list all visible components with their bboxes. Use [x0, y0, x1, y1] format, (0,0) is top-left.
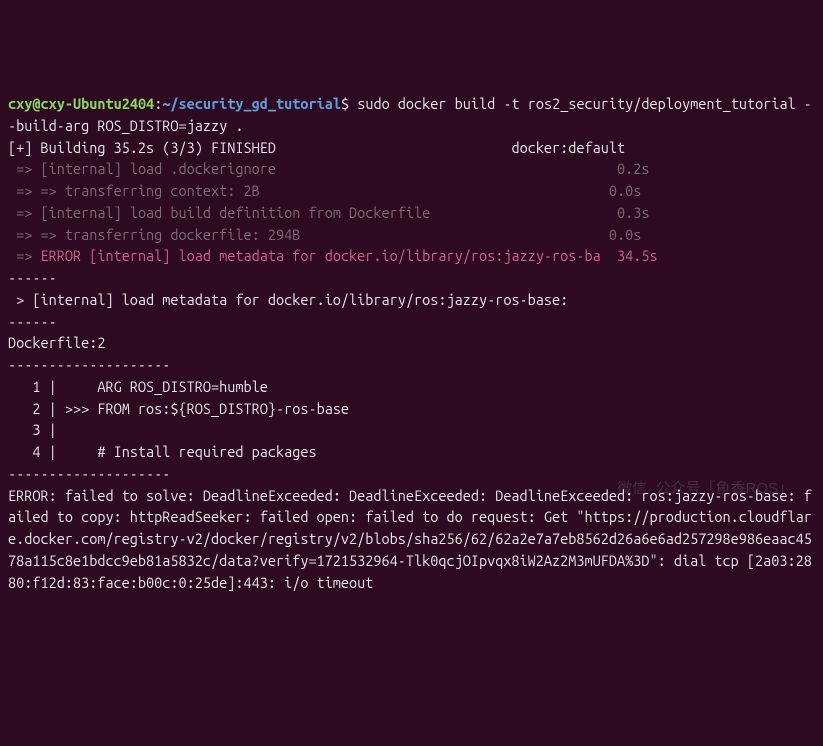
step-time: 0.3s	[617, 204, 649, 221]
dockerfile-line-3: 3 |	[8, 421, 97, 438]
prompt-host: cxy-Ubuntu2404	[41, 95, 155, 112]
step-pad	[260, 182, 609, 199]
error-message: ERROR: failed to solve: DeadlineExceeded…	[8, 487, 812, 591]
error-step-text: ERROR [internal] load metadata for docke…	[41, 247, 601, 264]
error-step-arrow: =>	[8, 247, 41, 264]
step-text: transferring dockerfile: 294B	[65, 226, 300, 243]
step-text: [internal] load .dockerignore	[41, 160, 276, 177]
step-time: 0.0s	[609, 182, 641, 199]
step-arrow: =>	[8, 204, 41, 221]
step-arrow: =>	[8, 160, 41, 177]
dashes: ------	[8, 313, 57, 330]
step-time: 0.0s	[609, 226, 641, 243]
command-text	[349, 95, 357, 112]
prompt-symbol: $	[341, 95, 349, 112]
terminal-output[interactable]: cxy@cxy-Ubuntu2404:~/security_gd_tutoria…	[8, 93, 815, 593]
step-arrow: => =>	[8, 226, 65, 243]
prompt-user: cxy	[8, 95, 32, 112]
build-status-left: [+] Building 35.2s (3/3) FINISHED	[8, 139, 276, 156]
step-arrow: => =>	[8, 182, 65, 199]
step-pad	[276, 160, 617, 177]
dashes: ------	[8, 269, 57, 286]
step-text: [internal] load build definition from Do…	[41, 204, 431, 221]
dockerfile-line-4: 4 | # Install required packages	[8, 443, 317, 460]
build-status-spacer	[276, 139, 511, 156]
dockerfile-label: Dockerfile:2	[8, 334, 105, 351]
dockerfile-line-1: 1 | ARG ROS_DISTRO=humble	[8, 378, 268, 395]
prompt-at: @	[32, 95, 40, 112]
step-time: 0.2s	[617, 160, 649, 177]
dockerfile-line-2: 2 | >>> FROM ros:${ROS_DISTRO}-ros-base	[8, 400, 349, 417]
step-text: transferring context: 2B	[65, 182, 260, 199]
error-step-time: 34.5s	[617, 247, 658, 264]
error-step-pad	[601, 247, 617, 264]
dockerfile-dash-top: --------------------	[8, 356, 170, 373]
step-pad	[430, 204, 617, 221]
prompt-path: ~/security_gd_tutorial	[162, 95, 341, 112]
internal-load-line: > [internal] load metadata for docker.io…	[8, 291, 568, 308]
build-status-right: docker:default	[511, 139, 625, 156]
dockerfile-dash-bot: --------------------	[8, 465, 170, 482]
step-pad	[300, 226, 609, 243]
